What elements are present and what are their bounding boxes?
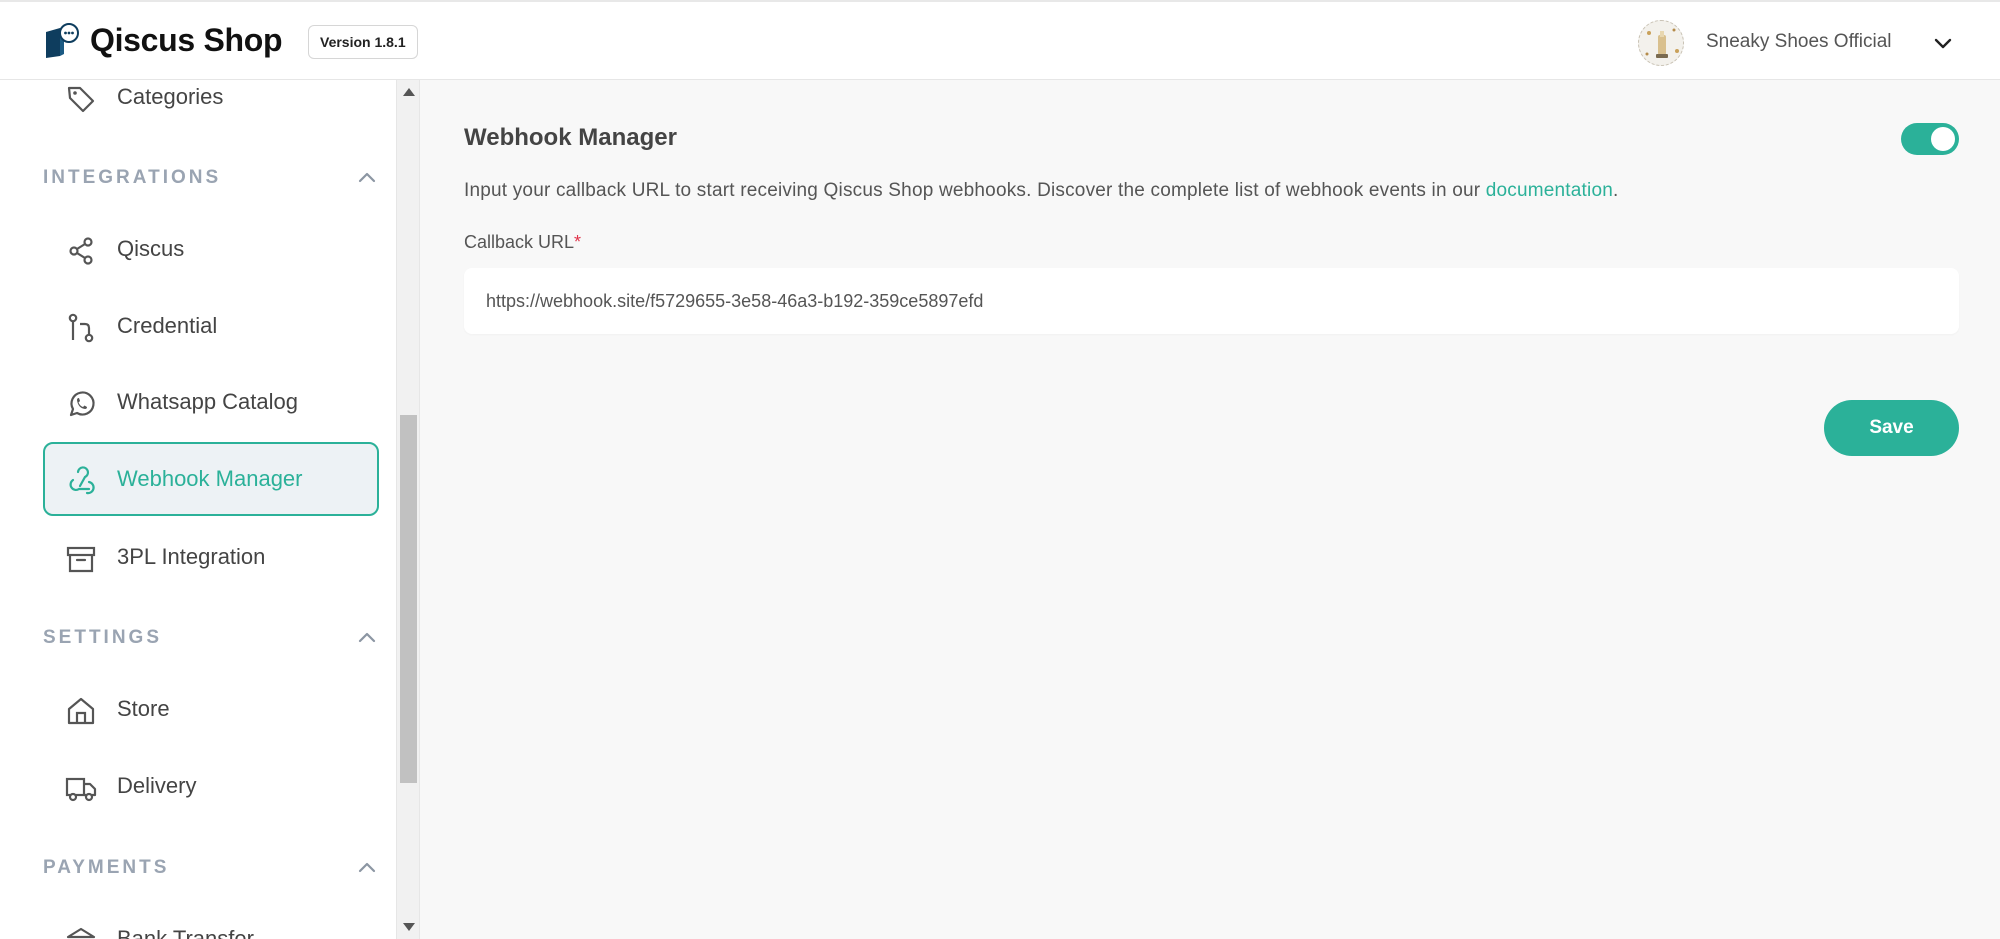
page-title: Webhook Manager [464, 124, 677, 151]
top-header: Qiscus Shop Version 1.8.1 Sneaky Shoes O… [0, 0, 2000, 80]
bank-icon [66, 927, 96, 939]
section-title: SETTINGS [43, 627, 163, 648]
chevron-down-icon[interactable] [1932, 32, 1954, 54]
sidebar-item-label: Credential [117, 313, 218, 338]
qiscus-logo-icon [46, 23, 79, 58]
description-text: Input your callback URL to start receivi… [464, 180, 1486, 201]
truck-icon [65, 777, 97, 802]
sidebar-item-label: Bank Transfer [117, 926, 254, 939]
section-title: INTEGRATIONS [43, 167, 222, 188]
page-description: Input your callback URL to start receivi… [464, 180, 1618, 202]
sidebar-item-label: Categories [117, 84, 224, 109]
field-label-text: Callback URL [464, 232, 575, 252]
sidebar-item-credential[interactable]: Credential [43, 289, 379, 363]
sidebar-item-label: Webhook Manager [117, 466, 303, 491]
sidebar-item-label: Qiscus [117, 236, 185, 261]
store-avatar[interactable] [1638, 20, 1684, 66]
sidebar-item-qiscus[interactable]: Qiscus [43, 212, 379, 286]
callback-url-input[interactable] [464, 268, 1959, 334]
git-compare-icon [68, 313, 94, 343]
store-name[interactable]: Sneaky Shoes Official [1706, 31, 1892, 53]
description-suffix: . [1613, 180, 1619, 201]
sidebar-item-categories[interactable]: Categories [43, 80, 379, 134]
sidebar-item-delivery[interactable]: Delivery [43, 749, 379, 823]
version-badge: Version 1.8.1 [308, 25, 418, 59]
section-title: PAYMENTS [43, 857, 170, 878]
callback-url-label: Callback URL* [464, 232, 581, 253]
required-mark: * [574, 232, 582, 252]
sidebar-item-label: Delivery [117, 773, 197, 798]
sidebar-item-store[interactable]: Store [43, 672, 379, 746]
shoe-avatar-icon [1645, 28, 1679, 58]
chevron-up-icon [358, 862, 376, 873]
archive-icon [66, 546, 96, 573]
webhook-icon [69, 466, 95, 495]
sidebar-item-label: Store [117, 696, 170, 721]
sidebar-item-3pl-integration[interactable]: 3PL Integration [43, 520, 379, 594]
home-icon [67, 697, 95, 725]
sidebar: Categories INTEGRATIONS Qiscus Credentia… [0, 80, 396, 939]
documentation-link[interactable]: documentation [1486, 180, 1613, 201]
chevron-up-icon [358, 632, 376, 643]
sidebar-item-webhook-manager[interactable]: Webhook Manager [43, 442, 379, 516]
sidebar-item-bank-transfer[interactable]: Bank Transfer [43, 902, 379, 939]
scroll-down-arrow-icon[interactable] [403, 923, 415, 931]
sidebar-item-label: Whatsapp Catalog [117, 389, 298, 414]
save-button[interactable]: Save [1824, 400, 1959, 456]
section-payments[interactable]: PAYMENTS [43, 853, 379, 883]
scroll-thumb[interactable] [400, 415, 417, 783]
app-name: Qiscus Shop [90, 22, 283, 58]
sidebar-scrollbar[interactable] [396, 80, 420, 939]
scroll-up-arrow-icon[interactable] [403, 88, 415, 96]
webhook-enabled-toggle[interactable] [1901, 123, 1959, 155]
section-integrations[interactable]: INTEGRATIONS [43, 163, 379, 193]
section-settings[interactable]: SETTINGS [43, 623, 379, 653]
chevron-up-icon [358, 172, 376, 183]
sidebar-item-label: 3PL Integration [117, 544, 266, 569]
toggle-knob [1931, 127, 1955, 151]
share-icon [69, 237, 93, 265]
whatsapp-icon [69, 391, 95, 417]
sidebar-item-whatsapp-catalog[interactable]: Whatsapp Catalog [43, 365, 379, 439]
tag-icon [67, 86, 95, 113]
